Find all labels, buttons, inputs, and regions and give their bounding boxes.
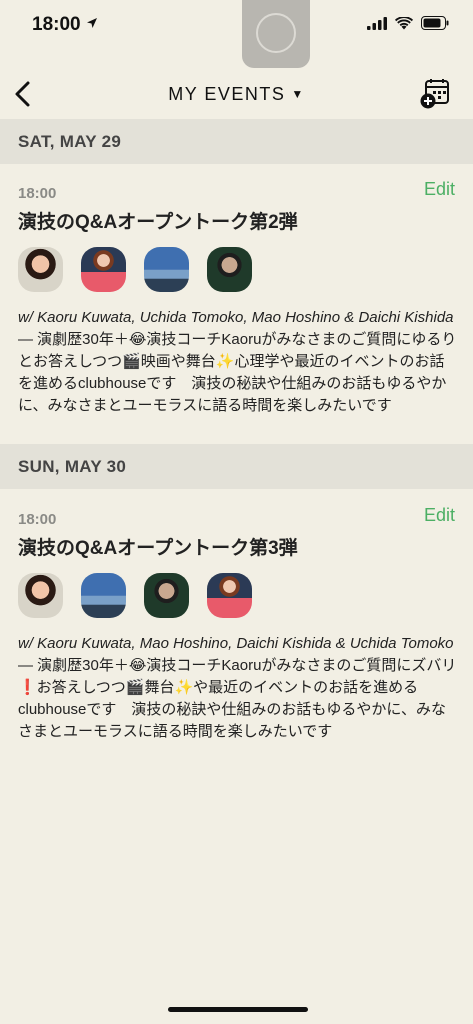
wifi-icon (395, 16, 413, 29)
assistive-touch-button[interactable] (242, 0, 310, 68)
calendar-add-button[interactable] (419, 78, 451, 110)
event-description: w/ Kaoru Kuwata, Uchida Tomoko, Mao Hosh… (18, 307, 458, 417)
nav-bar: MY EVENTS ▼ (0, 70, 473, 118)
section-header-date: SUN, MAY 30 (0, 444, 473, 489)
avatar[interactable] (81, 247, 126, 292)
section-date-label: SUN, MAY 30 (18, 457, 127, 476)
section-header-date: SAT, MAY 29 (0, 119, 473, 164)
location-arrow-icon (87, 18, 97, 28)
avatar[interactable] (207, 247, 252, 292)
status-bar: 18:00 (0, 0, 473, 52)
event-title: 演技のQ&Aオープントーク第2弾 (18, 212, 298, 233)
event-description-text: — 演劇歴30年＋😂演技コーチKaoruがみなさまのご質問にズバリ❗️お答えしつ… (18, 657, 457, 740)
avatar[interactable] (18, 573, 63, 618)
home-indicator[interactable] (168, 1007, 308, 1012)
page-title-text: MY EVENTS (168, 84, 286, 104)
avatar[interactable] (18, 247, 63, 292)
avatar[interactable] (207, 573, 252, 618)
chevron-down-icon: ▼ (291, 87, 305, 101)
event-description: w/ Kaoru Kuwata, Mao Hoshino, Daichi Kis… (18, 633, 458, 743)
event-description-text: — 演劇歴30年＋😂演技コーチKaoruがみなさまのご質問にゆるりとお答えしつつ… (18, 331, 457, 414)
event-title: 演技のQ&Aオープントーク第3弾 (18, 538, 298, 559)
event-card[interactable]: 18:00 Edit 演技のQ&Aオープントーク第3弾 w/ Kaoru Kuw… (0, 505, 473, 761)
battery-icon (421, 16, 449, 30)
edit-button[interactable]: Edit (424, 505, 455, 526)
event-speakers: w/ Kaoru Kuwata, Mao Hoshino, Daichi Kis… (18, 635, 454, 652)
speaker-avatars (18, 247, 252, 292)
event-speakers: w/ Kaoru Kuwata, Uchida Tomoko, Mao Hosh… (18, 309, 454, 326)
page-title[interactable]: MY EVENTS ▼ (0, 84, 473, 105)
edit-button[interactable]: Edit (424, 179, 455, 200)
speaker-avatars (18, 573, 252, 618)
status-time: 18:00 (32, 14, 81, 35)
signal-icon (367, 16, 387, 30)
avatar[interactable] (144, 247, 189, 292)
event-time: 18:00 (18, 511, 57, 528)
event-card[interactable]: 18:00 Edit 演技のQ&Aオープントーク第2弾 w/ Kaoru Kuw… (0, 179, 473, 435)
section-date-label: SAT, MAY 29 (18, 132, 122, 151)
avatar[interactable] (81, 573, 126, 618)
event-time: 18:00 (18, 185, 57, 202)
assistive-touch-icon (256, 13, 296, 53)
avatar[interactable] (144, 573, 189, 618)
